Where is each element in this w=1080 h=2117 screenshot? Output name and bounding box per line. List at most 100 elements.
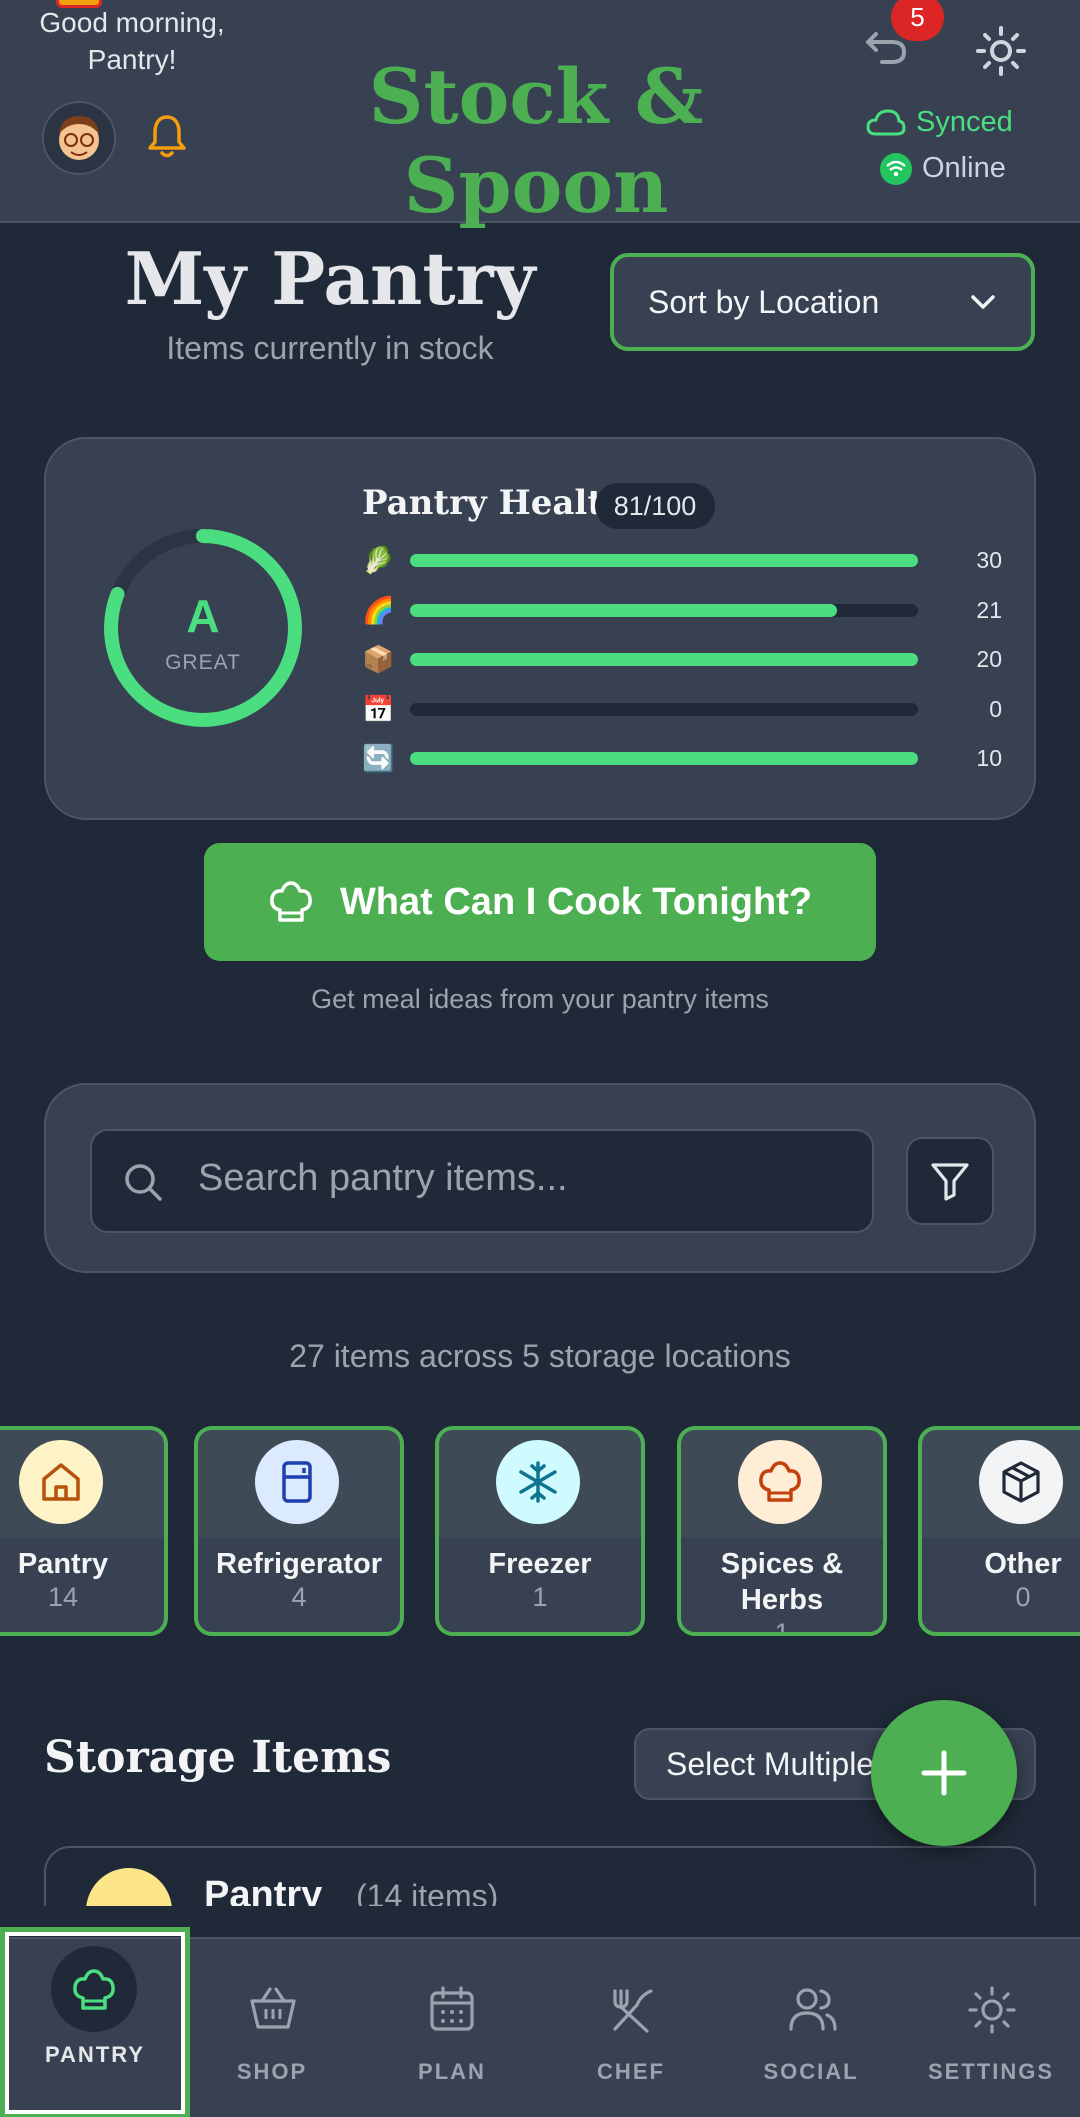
network-status: Online [880, 152, 1006, 185]
cook-tonight-button[interactable]: What Can I Cook Tonight? [204, 843, 876, 961]
location-card-refrigerator[interactable]: Refrigerator 4 [194, 1426, 404, 1636]
chef-hat-icon [73, 1969, 115, 2010]
cook-button-label: What Can I Cook Tonight? [339, 880, 813, 923]
calendar-icon: 📅 [362, 694, 395, 724]
rainbow-icon: 🌈 [362, 595, 395, 625]
location-name: Refrigerator [216, 1548, 382, 1580]
home-icon [19, 1440, 103, 1524]
location-count: 1 [532, 1582, 548, 1612]
health-metric-row: 🥬 30 [362, 543, 1002, 577]
sort-select[interactable]: Sort by Location [610, 253, 1035, 351]
page-title: My Pantry [124, 236, 536, 321]
nav-item-shop[interactable]: SHOP [182, 1939, 362, 2117]
users-icon [789, 1988, 837, 2031]
health-title: Pantry Health [362, 483, 628, 523]
metric-value: 30 [976, 547, 1002, 573]
metric-bar-fill [410, 604, 837, 617]
search-card: Search pantry items... [44, 1083, 1036, 1273]
health-metric-row: 🌈 21 [362, 593, 1002, 627]
location-count: 0 [1015, 1582, 1031, 1612]
add-item-button[interactable] [871, 1700, 1017, 1846]
cloud-icon [866, 108, 906, 135]
pantry-health-card: A GREAT Pantry Health 81/100 🥬 30 🌈 21 📦… [44, 437, 1036, 820]
location-card-spices-herbs[interactable]: Spices & Herbs 1 [677, 1426, 887, 1636]
metric-bar-fill [410, 554, 918, 567]
sun-theme-icon[interactable] [974, 24, 1028, 78]
plus-icon [921, 1750, 967, 1796]
health-score-badge: 81/100 [595, 483, 715, 529]
fridge-icon [255, 1440, 339, 1524]
filter-button[interactable] [906, 1137, 994, 1225]
search-input[interactable]: Search pantry items... [90, 1129, 874, 1233]
refresh-icon: 🔄 [362, 743, 395, 773]
nav-item-pantry[interactable]: PANTRY [0, 1927, 190, 2117]
metric-bar [410, 653, 918, 666]
metric-value: 21 [976, 597, 1002, 623]
nav-item-social[interactable]: SOCIAL [721, 1939, 901, 2117]
bottom-nav: PANTRY SHOP PLAN CHEF SOCIAL SETTINGS [0, 1927, 1080, 2117]
nav-label: SETTINGS [927, 2059, 1054, 2084]
greeting-text: Good morning, Pantry! [39, 7, 225, 75]
location-count: 4 [291, 1582, 307, 1612]
sync-status-text: Synced [916, 106, 1013, 138]
cook-subtitle: Get meal ideas from your pantry items [311, 984, 769, 1014]
nav-label: PLAN [418, 2059, 486, 2084]
health-grade: A [186, 590, 220, 642]
location-name: Other [984, 1548, 1062, 1580]
metric-bar-fill [410, 653, 918, 666]
avatar-face-icon [59, 116, 99, 160]
location-count: 1 [774, 1618, 790, 1636]
search-icon [125, 1164, 162, 1201]
health-metric-row: 📅 0 [362, 692, 1002, 726]
location-name: Spices & Herbs [720, 1548, 844, 1616]
location-card-other[interactable]: Other 0 [918, 1426, 1080, 1636]
location-count: 14 [47, 1582, 79, 1612]
health-metric-row: 📦 20 [362, 642, 1002, 676]
chef-hat-icon [270, 881, 312, 922]
health-grade-word: GREAT [165, 651, 241, 674]
bell-icon[interactable] [146, 112, 188, 160]
nav-label: PANTRY [45, 2042, 145, 2067]
location-name: Freezer [488, 1548, 592, 1580]
metric-value: 0 [989, 696, 1002, 722]
items-summary: 27 items across 5 storage locations [289, 1338, 791, 1374]
metric-value: 20 [976, 646, 1002, 672]
home-icon [86, 1868, 172, 1906]
storage-group-count: (14 items) [356, 1878, 499, 1906]
metric-bar [410, 703, 918, 716]
snowflake-icon [496, 1440, 580, 1524]
basket-icon [250, 1987, 296, 2029]
nav-item-settings[interactable]: SETTINGS [901, 1939, 1080, 2117]
health-metric-row: 🔄 10 [362, 741, 1002, 775]
filter-icon [931, 1163, 969, 1201]
sort-select-value: Sort by Location [648, 283, 880, 320]
nav-item-plan[interactable]: PLAN [362, 1939, 542, 2117]
nav-label: SOCIAL [763, 2059, 859, 2084]
metric-bar [410, 554, 918, 567]
package-icon: 📦 [362, 644, 395, 674]
storage-group-pantry[interactable]: Pantry (14 items) [44, 1846, 1036, 1906]
metric-value: 10 [976, 745, 1002, 771]
nav-item-chef[interactable]: CHEF [541, 1939, 721, 2117]
app-title: Stock & Spoon [368, 52, 704, 230]
wifi-icon [880, 152, 912, 185]
page-subtitle: Items currently in stock [166, 330, 494, 366]
nav-label: CHEF [597, 2059, 665, 2084]
location-card-pantry[interactable]: Pantry 14 [0, 1426, 168, 1636]
avatar[interactable] [42, 101, 116, 175]
location-name: Pantry [17, 1548, 109, 1580]
nav-label: SHOP [236, 2059, 308, 2084]
location-cards: Pantry 14 Refrigerator 4 Freezer 1 Spice… [0, 1426, 1080, 1636]
storage-group-name: Pantry [204, 1874, 323, 1906]
metric-bar [410, 752, 918, 765]
box-icon [979, 1440, 1063, 1524]
location-card-freezer[interactable]: Freezer 1 [435, 1426, 645, 1636]
utensils-icon [613, 1989, 653, 2033]
network-status-text: Online [922, 152, 1006, 184]
leafy-green-icon: 🥬 [362, 545, 395, 575]
metric-bar-fill [410, 752, 918, 765]
chevron-down-icon [971, 295, 995, 309]
gear-icon [968, 1986, 1016, 2034]
metric-bar [410, 604, 918, 617]
calendar-icon [430, 1986, 474, 2031]
